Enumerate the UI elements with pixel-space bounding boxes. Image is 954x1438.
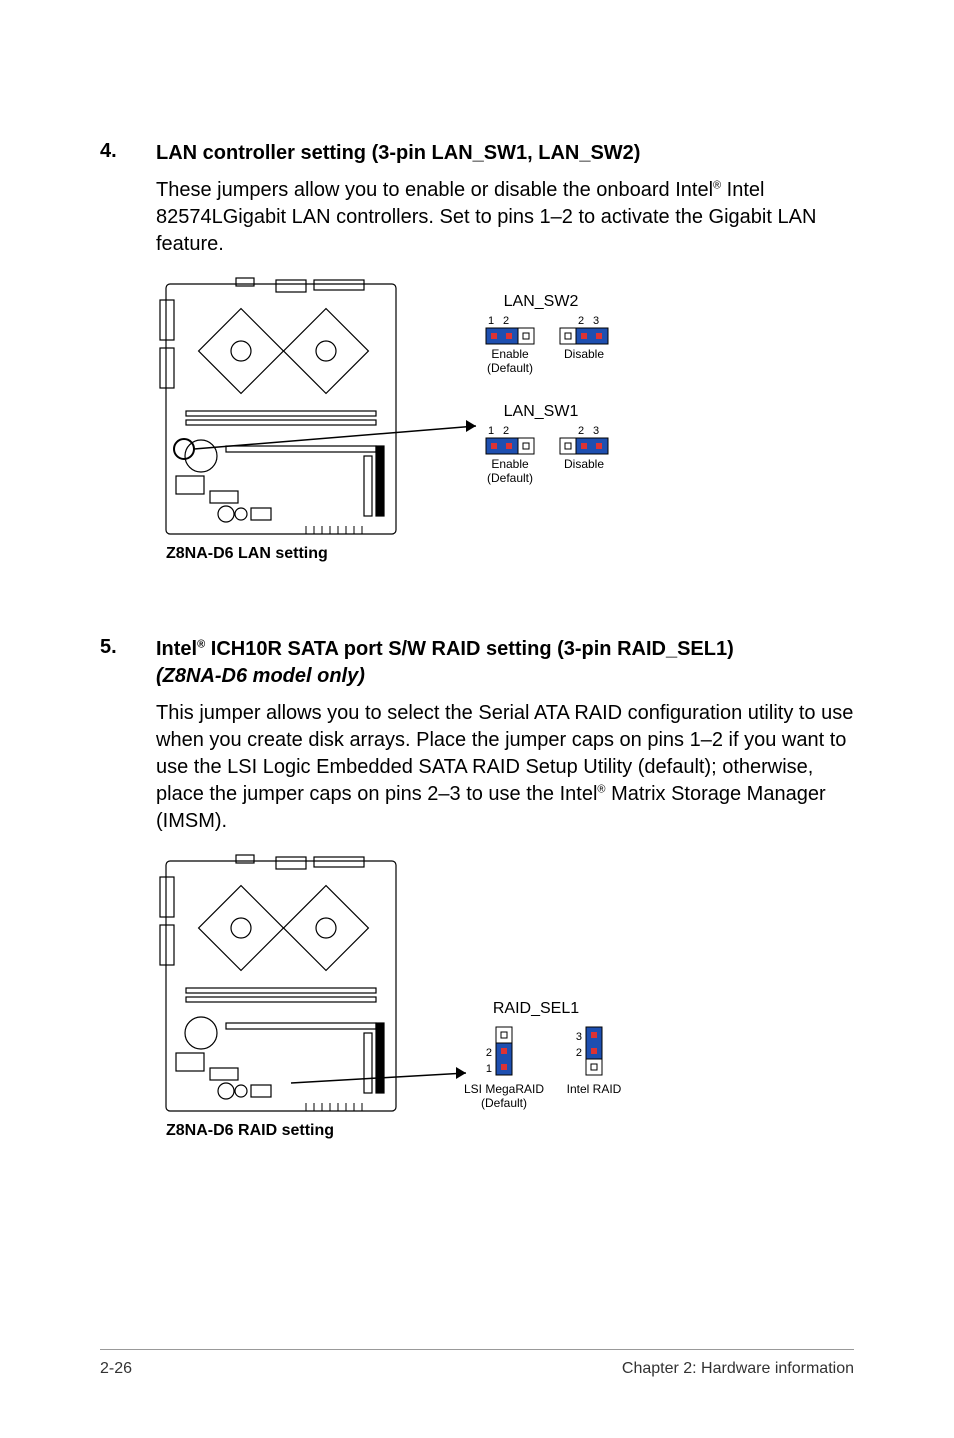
section-4-heading: 4. LAN controller setting (3-pin LAN_SW1… <box>100 140 854 167</box>
raid-pin2: 2 <box>486 1047 492 1059</box>
section-5-body-sup: ® <box>597 783 605 795</box>
section-4: 4. LAN controller setting (3-pin LAN_SW1… <box>100 140 854 576</box>
section-4-diagram: Z8NA-D6 LAN setting LAN_SW2 1 2 <box>156 276 854 576</box>
pin2b-label2: 2 <box>578 425 584 437</box>
pin2-label2: 2 <box>503 425 509 437</box>
footer: 2-26 Chapter 2: Hardware information <box>100 1349 854 1378</box>
lan-caption: Z8NA-D6 LAN setting <box>166 545 328 562</box>
section-4-title: LAN controller setting (3-pin LAN_SW1, L… <box>156 140 640 167</box>
lan-diagram-svg: Z8NA-D6 LAN setting LAN_SW2 1 2 <box>156 276 696 576</box>
motherboard-outline <box>160 278 396 534</box>
pin1-label: 1 <box>488 315 494 327</box>
enable-label: Enable <box>491 347 529 361</box>
default-label: (Default) <box>487 361 533 375</box>
pin3-label2: 3 <box>593 425 599 437</box>
default-label2: (Default) <box>487 471 533 485</box>
section-5-body: This jumper allows you to select the Ser… <box>156 700 854 835</box>
lan-sw2-block: LAN_SW2 1 2 Enable (Default) 2 3 <box>486 293 608 375</box>
footer-left: 2-26 <box>100 1360 132 1378</box>
section-5-heading: 5. Intel® ICH10R SATA port S/W RAID sett… <box>100 636 854 690</box>
intel-label: Intel RAID <box>567 1082 622 1096</box>
footer-right: Chapter 2: Hardware information <box>622 1360 854 1378</box>
lan-sw1-block: LAN_SW1 1 2 Enable (Default) 2 3 <box>486 403 608 485</box>
pin2b-label: 2 <box>578 315 584 327</box>
raid-pin1: 1 <box>486 1063 492 1075</box>
pin3-label: 3 <box>593 315 599 327</box>
section-5-title: Intel® ICH10R SATA port S/W RAID setting… <box>156 636 734 690</box>
section-4-body: These jumpers allow you to enable or dis… <box>156 177 854 258</box>
enable-label2: Enable <box>491 457 529 471</box>
section-5-subtitle: (Z8NA-D6 model only) <box>156 665 365 687</box>
raid-header: RAID_SEL1 <box>493 1000 579 1017</box>
raid-sel1-block: RAID_SEL1 2 1 LSI MegaRAID (Default) <box>464 1000 622 1110</box>
section-4-body-a: These jumpers allow you to enable or dis… <box>156 179 713 201</box>
raid-pin3: 3 <box>576 1031 582 1043</box>
raid-diagram-svg: Z8NA-D6 RAID setting RAID_SEL1 <box>156 853 696 1153</box>
raid-pin2b: 2 <box>576 1047 582 1059</box>
raid-default-label: (Default) <box>481 1096 527 1110</box>
disable-label2: Disable <box>564 457 604 471</box>
arrow-icon <box>194 420 476 449</box>
disable-label: Disable <box>564 347 604 361</box>
lsi-label: LSI MegaRAID <box>464 1082 544 1096</box>
section-5-diagram: Z8NA-D6 RAID setting RAID_SEL1 <box>156 853 854 1153</box>
lan-sw2-label: LAN_SW2 <box>504 293 579 310</box>
raid-caption: Z8NA-D6 RAID setting <box>166 1122 334 1139</box>
section-5-title-a: Intel <box>156 638 197 660</box>
section-4-body-sup: ® <box>713 179 721 191</box>
pin2-label: 2 <box>503 315 509 327</box>
section-5-number: 5. <box>100 636 156 690</box>
pin1-label2: 1 <box>488 425 494 437</box>
section-5: 5. Intel® ICH10R SATA port S/W RAID sett… <box>100 636 854 1153</box>
page: 4. LAN controller setting (3-pin LAN_SW1… <box>0 0 954 1153</box>
motherboard-outline-2 <box>160 855 396 1111</box>
section-4-number: 4. <box>100 140 156 167</box>
section-5-title-b: ICH10R SATA port S/W RAID setting (3-pin… <box>205 638 734 660</box>
lan-sw1-label: LAN_SW1 <box>504 403 579 420</box>
